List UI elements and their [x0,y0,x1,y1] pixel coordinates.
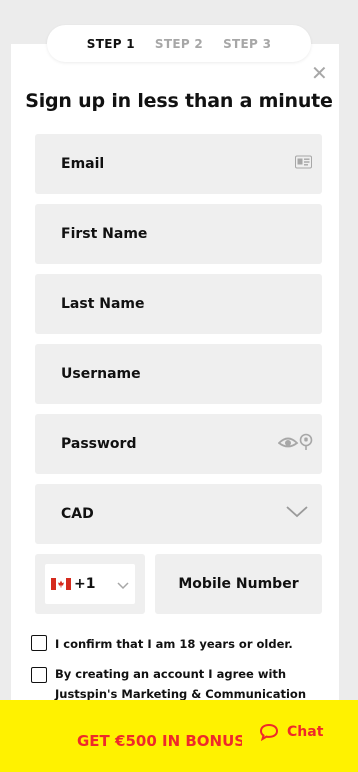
page-title: Sign up in less than a minute [25,90,333,112]
bottom-promo-bar: GET €500 IN BONUS Chat [0,700,358,772]
age-confirm-label: I confirm that I am 18 years or older. [55,637,293,651]
username-field[interactable]: Username [35,344,322,404]
age-confirm-row: I confirm that I am 18 years or older. [31,634,293,654]
mobile-number-input[interactable]: Mobile Number [155,554,322,614]
age-confirm-checkbox[interactable] [31,635,47,651]
last-name-label: Last Name [61,296,145,312]
marketing-consent-label: By creating an account I agree with Just… [55,664,306,704]
contact-card-icon [295,155,312,173]
step-1-label: STEP 1 [86,36,135,51]
country-code-value: +1 [74,576,96,592]
step-2-label: STEP 2 [154,36,204,51]
email-label: Email [61,156,105,172]
first-name-label: First Name [61,226,148,242]
currency-value: CAD [61,506,94,522]
marketing-consent-row: By creating an account I agree with Just… [31,664,306,704]
marketing-consent-line-1: By creating an account I agree with [55,667,287,681]
chat-label: Chat [287,724,324,740]
currency-select[interactable]: CAD [35,484,322,544]
username-label: Username [61,366,141,382]
step-3-label: STEP 3 [223,36,272,51]
last-name-field[interactable]: Last Name [35,274,322,334]
country-code-select[interactable]: +1 [45,564,135,604]
email-field[interactable]: Email [35,134,322,194]
country-code-box: +1 [35,554,145,614]
bonus-banner[interactable]: GET €500 IN BONUS [77,732,242,750]
canada-flag-icon [51,578,71,590]
mobile-number-label: Mobile Number [178,576,299,592]
close-icon[interactable]: ✕ [311,63,328,83]
chat-bubble-icon [259,723,279,741]
password-label: Password [61,436,137,452]
chevron-down-icon [286,506,308,522]
marketing-consent-checkbox[interactable] [31,667,47,683]
chevron-down-icon [117,578,129,594]
step-indicator: STEP 1 STEP 2 STEP 3 [47,25,311,62]
chat-button[interactable]: Chat [259,723,323,741]
password-field[interactable]: Password [35,414,322,474]
show-password-icon[interactable] [277,433,314,455]
first-name-field[interactable]: First Name [35,204,322,264]
